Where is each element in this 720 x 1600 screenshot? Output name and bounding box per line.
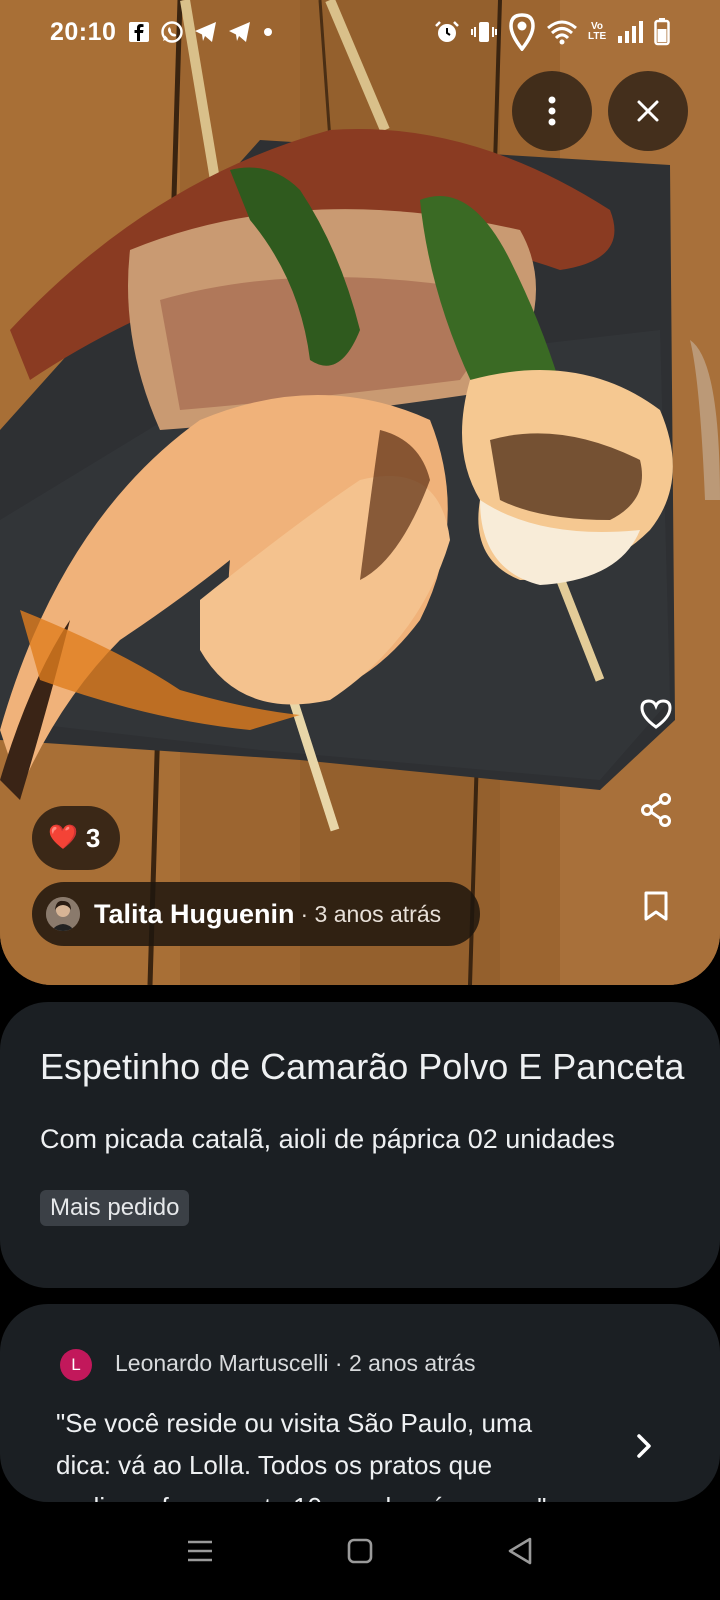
signal-icon — [618, 21, 643, 43]
dish-description: Com picada catalã, aioli de páprica 02 u… — [40, 1124, 615, 1154]
heart-filled-icon: ❤️ — [48, 824, 78, 851]
heart-outline-icon — [640, 699, 672, 729]
likes-count: 3 — [85, 822, 101, 853]
bookmark-icon — [644, 891, 668, 921]
nav-recents-button[interactable] — [175, 1526, 225, 1576]
nav-home-button[interactable] — [335, 1526, 385, 1576]
close-button[interactable] — [608, 71, 688, 151]
chevron-right-icon — [637, 1434, 651, 1458]
nav-back-button[interactable] — [495, 1526, 545, 1576]
menu-lines-icon — [188, 1540, 212, 1562]
status-time: 20:10 — [50, 17, 117, 46]
volte-icon: Vo LTE — [588, 21, 607, 42]
status-bar: 20:10 Vo LTE — [0, 0, 720, 64]
dot-icon — [264, 28, 273, 36]
vibrate-icon — [471, 22, 497, 42]
system-nav-bar — [0, 1502, 720, 1600]
photo-author-name: Talita Huguenin — [94, 898, 295, 929]
back-triangle-icon — [508, 1537, 532, 1565]
review-open-button[interactable] — [628, 1426, 660, 1466]
share-icon — [641, 793, 671, 827]
avatar — [46, 897, 80, 931]
telegram-icon — [229, 22, 251, 42]
more-vert-icon — [548, 96, 556, 126]
telegram-icon — [195, 22, 217, 42]
battery-icon — [654, 18, 670, 46]
photo-author-time: · 3 anos atrás — [300, 900, 442, 927]
dish-info-card: Espetinho de Camarão Polvo E Panceta Com… — [0, 1002, 720, 1288]
facebook-icon — [129, 22, 150, 42]
more-options-button[interactable] — [512, 71, 592, 151]
status-badge: Mais pedido — [40, 1190, 190, 1226]
dish-title: Espetinho de Camarão Polvo E Panceta — [40, 1046, 685, 1087]
review-header: Leonardo Martuscelli · 2 anos atrás — [115, 1350, 476, 1376]
like-button[interactable] — [636, 694, 676, 734]
share-button[interactable] — [636, 790, 676, 830]
alarm-icon — [435, 21, 459, 42]
close-icon — [637, 100, 659, 122]
review-card[interactable]: L Leonardo Martuscelli · 2 anos atrás "S… — [0, 1304, 720, 1502]
photo-author-chip[interactable]: Talita Huguenin · 3 anos atrás — [32, 882, 480, 946]
likes-chip[interactable]: ❤️ 3 — [32, 806, 121, 870]
location-icon — [509, 13, 535, 51]
square-icon — [347, 1538, 373, 1564]
avatar: L — [60, 1349, 92, 1381]
bookmark-button[interactable] — [636, 886, 676, 926]
review-text: "Se você reside ou visita São Paulo, uma… — [56, 1408, 546, 1502]
wifi-icon — [547, 20, 577, 45]
whatsapp-icon — [161, 21, 184, 43]
